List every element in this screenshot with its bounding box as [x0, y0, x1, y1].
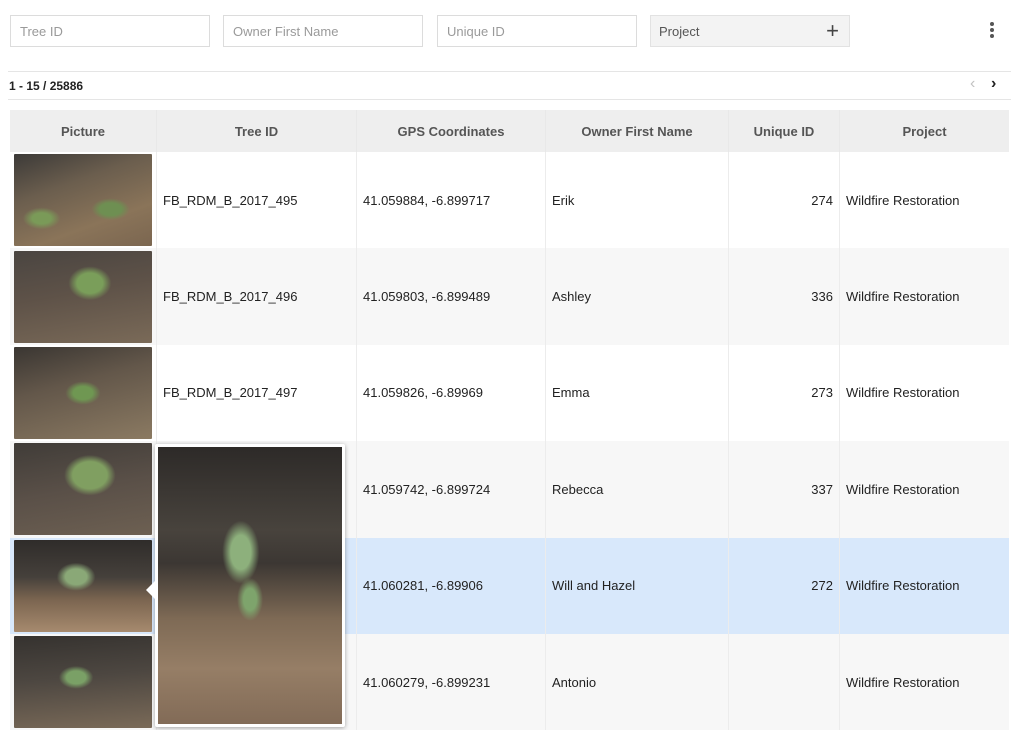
- enlarged-sapling-photo: [158, 447, 342, 724]
- sapling-thumbnail[interactable]: [14, 154, 152, 247]
- chevron-right-icon[interactable]: ›: [991, 75, 996, 93]
- project-cell: Wildfire Restoration: [846, 385, 960, 401]
- sapling-thumbnail[interactable]: [14, 250, 152, 343]
- project-cell: Wildfire Restoration: [846, 578, 960, 594]
- sapling-thumbnail[interactable]: [14, 443, 152, 536]
- gps-cell: 41.060279, -6.899231: [357, 633, 546, 730]
- tree-id-cell: FB_RDM_B_2017_496: [157, 248, 357, 345]
- pagination-range: 1 - 15 / 25886: [9, 79, 84, 93]
- chevron-left-icon[interactable]: ‹: [970, 75, 975, 93]
- column-header-unique-id[interactable]: Unique ID: [729, 110, 840, 152]
- sapling-thumbnail[interactable]: [14, 346, 152, 439]
- unique-id-cell: 337: [729, 441, 840, 538]
- gps-cell: 41.059826, -6.89969: [357, 344, 546, 442]
- table-row[interactable]: FB_RDM_B_2017_495 41.059884, -6.899717 E…: [10, 152, 1009, 249]
- table-row[interactable]: FB_RDM_B_2017_496 41.059803, -6.899489 A…: [10, 248, 1009, 345]
- owner-cell: Erik: [546, 152, 729, 249]
- project-filter-label: Project: [659, 23, 700, 39]
- column-header-picture[interactable]: Picture: [10, 110, 157, 152]
- owner-cell: Rebecca: [546, 441, 729, 538]
- owner-first-name-filter-input[interactable]: [223, 15, 423, 47]
- image-preview-popover: [146, 444, 345, 727]
- unique-id-filter-input[interactable]: [437, 15, 637, 47]
- sapling-thumbnail[interactable]: [14, 539, 152, 632]
- project-filter-button[interactable]: Project +: [650, 15, 850, 47]
- owner-cell: Ashley: [546, 248, 729, 345]
- gps-cell: 41.059803, -6.899489: [357, 248, 546, 345]
- tree-id-cell: FB_RDM_B_2017_497: [157, 344, 357, 442]
- column-header-project[interactable]: Project: [840, 110, 1009, 152]
- gps-cell: 41.059742, -6.899724: [357, 441, 546, 538]
- gps-cell: 41.060281, -6.89906: [357, 537, 546, 634]
- unique-id-cell: [729, 633, 840, 730]
- sapling-thumbnail[interactable]: [14, 636, 152, 729]
- column-header-tree-id[interactable]: Tree ID: [157, 110, 357, 152]
- plus-icon: +: [826, 18, 839, 43]
- project-cell: Wildfire Restoration: [846, 192, 960, 208]
- table-row[interactable]: FB_RDM_B_2017_497 41.059826, -6.89969 Em…: [10, 344, 1009, 442]
- table-header: Picture Tree ID GPS Coordinates Owner Fi…: [10, 110, 1009, 152]
- gps-cell: 41.059884, -6.899717: [357, 152, 546, 249]
- filter-bar: Project +: [10, 15, 1014, 48]
- unique-id-cell: 336: [729, 248, 840, 345]
- tree-id-filter-input[interactable]: [10, 15, 210, 47]
- popover-arrow: [146, 580, 156, 600]
- tree-id-cell: FB_RDM_B_2017_495: [157, 152, 357, 249]
- owner-cell: Will and Hazel: [546, 537, 729, 634]
- owner-cell: Antonio: [546, 633, 729, 730]
- unique-id-cell: 272: [729, 537, 840, 634]
- owner-cell: Emma: [546, 344, 729, 442]
- column-header-owner[interactable]: Owner First Name: [546, 110, 729, 152]
- pagination-bar: 1 - 15 / 25886 ‹ ›: [8, 71, 1011, 100]
- unique-id-cell: 273: [729, 344, 840, 442]
- project-cell: Wildfire Restoration: [846, 289, 960, 305]
- more-vertical-icon[interactable]: [986, 22, 998, 40]
- project-cell: Wildfire Restoration: [846, 674, 960, 690]
- unique-id-cell: 274: [729, 152, 840, 249]
- column-header-gps[interactable]: GPS Coordinates: [357, 110, 546, 152]
- project-cell: Wildfire Restoration: [846, 481, 960, 497]
